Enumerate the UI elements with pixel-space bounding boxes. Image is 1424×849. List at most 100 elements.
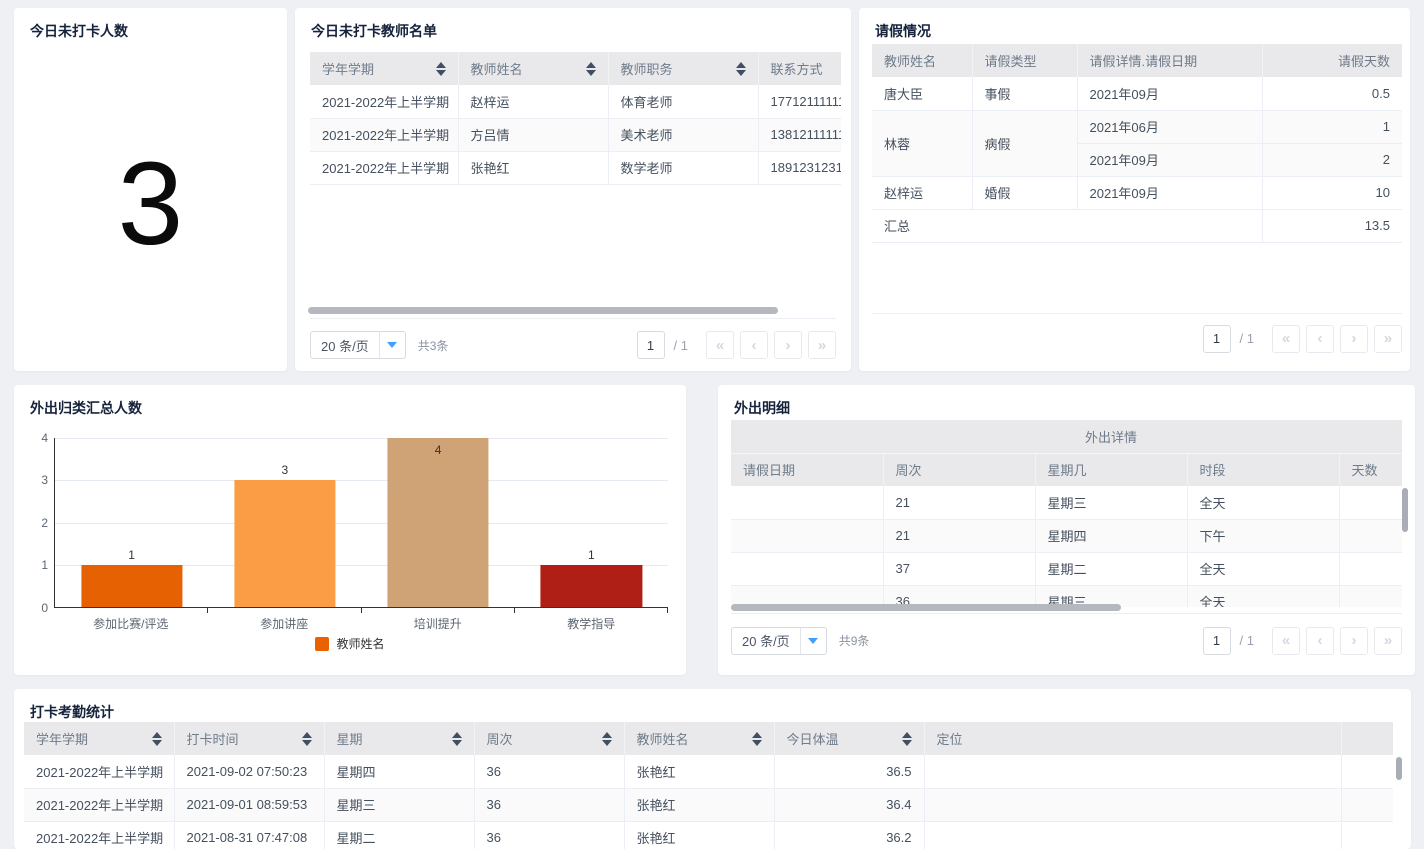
bar-competition[interactable]: 1 <box>81 565 182 607</box>
unclocked-count-value: 3 <box>14 8 287 371</box>
outing-detail-table: 外出详情 请假日期 周次 星期几 时段 天数 21星期三全天 21星期四下午 <box>731 420 1402 607</box>
last-page-button[interactable]: » <box>1374 325 1402 353</box>
table-row: 2021-2022年上半学期2021-09-01 08:59:53星期三36张艳… <box>24 788 1393 821</box>
first-page-button[interactable]: « <box>1272 325 1300 353</box>
table-row: 2021-2022年上半学期方吕情美术老师13812111111 <box>310 118 841 151</box>
sort-icon[interactable] <box>602 732 612 746</box>
page-size-select[interactable]: 20 条/页 <box>310 331 406 359</box>
column-header-weekday[interactable]: 星期几 <box>1035 453 1187 486</box>
next-page-button[interactable]: › <box>1340 325 1368 353</box>
summary-label: 汇总 <box>872 209 1262 242</box>
card-outing-summary-chart: 外出归类汇总人数 4 3 2 1 0 1 3 4 1 <box>14 385 686 675</box>
prev-page-button[interactable]: ‹ <box>740 331 768 359</box>
column-header-teacher-role[interactable]: 教师职务 <box>608 52 758 85</box>
dropdown-caret-icon[interactable] <box>800 628 826 654</box>
column-header-teacher-name[interactable]: 教师姓名 <box>458 52 608 85</box>
total-count-label: 共9条 <box>839 632 870 649</box>
bar-lecture[interactable]: 3 <box>234 480 335 607</box>
bar-slot: 4 <box>362 438 515 607</box>
card-today-unclocked-count: 今日未打卡人数 3 <box>14 8 287 371</box>
page-size-select[interactable]: 20 条/页 <box>731 627 827 655</box>
last-page-button[interactable]: » <box>1374 627 1402 655</box>
chart-legend[interactable]: 教师姓名 <box>14 635 686 652</box>
card-title-unclocked-teacher-list: 今日未打卡教师名单 <box>311 21 437 41</box>
column-header-leave-detail-date[interactable]: 请假详情.请假日期 <box>1077 44 1262 77</box>
table-row: 2021-2022年上半学期张艳红数学老师18912312312 <box>310 151 841 184</box>
column-header-leave-days[interactable]: 请假天数 <box>1262 44 1402 77</box>
sort-icon[interactable] <box>586 62 596 76</box>
column-header-leave-date[interactable]: 请假日期 <box>731 453 883 486</box>
sort-icon[interactable] <box>302 732 312 746</box>
page-total-label: / 1 <box>674 338 688 353</box>
leave-table-viewport: 教师姓名 请假类型 请假详情.请假日期 请假天数 唐大臣 事假 2021年09月… <box>872 44 1402 294</box>
page-number-input[interactable]: 1 <box>637 331 665 359</box>
column-header-empty <box>1341 722 1393 755</box>
bar-teaching-guidance[interactable]: 1 <box>541 565 642 607</box>
column-header-temperature[interactable]: 今日体温 <box>774 722 924 755</box>
total-count-label: 共3条 <box>418 337 449 354</box>
bar-slot: 3 <box>208 438 361 607</box>
page-number-input[interactable]: 1 <box>1203 325 1231 353</box>
sort-icon[interactable] <box>736 62 746 76</box>
column-header-teacher-name[interactable]: 教师姓名 <box>872 44 972 77</box>
unclocked-teachers-table-viewport: 学年学期 教师姓名 教师职务 联系方式 2021-2022年上半学期赵梓运体育老… <box>310 52 841 302</box>
table-row: 林蓉 病假 2021年06月 1 <box>872 110 1402 143</box>
card-leave-situation: 请假情况 教师姓名 请假类型 请假详情.请假日期 请假天数 唐大臣 事假 202… <box>859 8 1410 371</box>
column-header-period[interactable]: 时段 <box>1187 453 1339 486</box>
card-title-leave-situation: 请假情况 <box>875 21 931 41</box>
column-header-contact[interactable]: 联系方式 <box>758 52 841 85</box>
x-axis-labels: 参加比赛/评选 参加讲座 培训提升 教学指导 <box>54 615 668 632</box>
prev-page-button[interactable]: ‹ <box>1306 627 1334 655</box>
column-header-weekday[interactable]: 星期 <box>324 722 474 755</box>
sort-icon[interactable] <box>752 732 762 746</box>
column-header-days[interactable]: 天数 <box>1339 453 1402 486</box>
bar-training[interactable]: 4 <box>388 438 489 607</box>
column-header-school-term[interactable]: 学年学期 <box>310 52 458 85</box>
table-header-row: 请假日期 周次 星期几 时段 天数 <box>731 453 1402 486</box>
table-row: 赵梓运 婚假 2021年09月 10 <box>872 176 1402 209</box>
dropdown-caret-icon[interactable] <box>379 332 405 358</box>
vertical-scrollbar[interactable] <box>1402 488 1408 532</box>
sort-icon[interactable] <box>152 732 162 746</box>
column-header-location[interactable]: 定位 <box>924 722 1341 755</box>
column-header-week-number[interactable]: 周次 <box>883 453 1035 486</box>
outing-detail-table-viewport: 外出详情 请假日期 周次 星期几 时段 天数 21星期三全天 21星期四下午 <box>731 420 1402 607</box>
leave-table: 教师姓名 请假类型 请假详情.请假日期 请假天数 唐大臣 事假 2021年09月… <box>872 44 1402 243</box>
column-header-clock-time[interactable]: 打卡时间 <box>174 722 324 755</box>
table-group-header-row: 外出详情 <box>731 420 1402 453</box>
column-header-week-number[interactable]: 周次 <box>474 722 624 755</box>
first-page-button[interactable]: « <box>706 331 734 359</box>
sort-icon[interactable] <box>436 62 446 76</box>
card-unclocked-teacher-list: 今日未打卡教师名单 学年学期 教师姓名 教师职务 联系方式 2021-2022年… <box>295 8 851 371</box>
card-title-outing-summary: 外出归类汇总人数 <box>30 398 142 418</box>
card-title-attendance-statistics: 打卡考勤统计 <box>30 702 114 722</box>
sort-icon[interactable] <box>452 732 462 746</box>
page-number-input[interactable]: 1 <box>1203 627 1231 655</box>
attendance-table-viewport: 学年学期 打卡时间 星期 周次 教师姓名 今日体温 定位 2021-2022年上… <box>24 722 1403 849</box>
table-row: 21星期三全天 <box>731 486 1402 519</box>
next-page-button[interactable]: › <box>774 331 802 359</box>
table-header-row: 学年学期 打卡时间 星期 周次 教师姓名 今日体温 定位 <box>24 722 1393 755</box>
first-page-button[interactable]: « <box>1272 627 1300 655</box>
table-header-row: 学年学期 教师姓名 教师职务 联系方式 <box>310 52 841 85</box>
column-header-school-term[interactable]: 学年学期 <box>24 722 174 755</box>
prev-page-button[interactable]: ‹ <box>1306 325 1334 353</box>
horizontal-scrollbar[interactable] <box>308 307 778 314</box>
page-total-label: / 1 <box>1240 633 1254 648</box>
bar-slot: 1 <box>55 438 208 607</box>
horizontal-scrollbar[interactable] <box>731 604 1121 611</box>
summary-row: 汇总 13.5 <box>872 209 1402 242</box>
column-header-leave-type[interactable]: 请假类型 <box>972 44 1077 77</box>
sort-icon[interactable] <box>902 732 912 746</box>
card-attendance-statistics: 打卡考勤统计 学年学期 打卡时间 星期 周次 教师姓名 今日体温 定位 2021… <box>14 689 1411 849</box>
vertical-scrollbar[interactable] <box>1396 757 1402 780</box>
next-page-button[interactable]: › <box>1340 627 1368 655</box>
last-page-button[interactable]: » <box>808 331 836 359</box>
table-header-row: 教师姓名 请假类型 请假详情.请假日期 请假天数 <box>872 44 1402 77</box>
table-row: 37星期二全天 <box>731 552 1402 585</box>
attendance-table: 学年学期 打卡时间 星期 周次 教师姓名 今日体温 定位 2021-2022年上… <box>24 722 1393 849</box>
legend-label: 教师姓名 <box>336 635 384 652</box>
column-header-teacher-name[interactable]: 教师姓名 <box>624 722 774 755</box>
summary-days-value: 13.5 <box>1262 209 1402 242</box>
card-outing-detail: 外出明细 外出详情 请假日期 周次 星期几 时段 天数 21星期三全天 <box>718 385 1415 675</box>
